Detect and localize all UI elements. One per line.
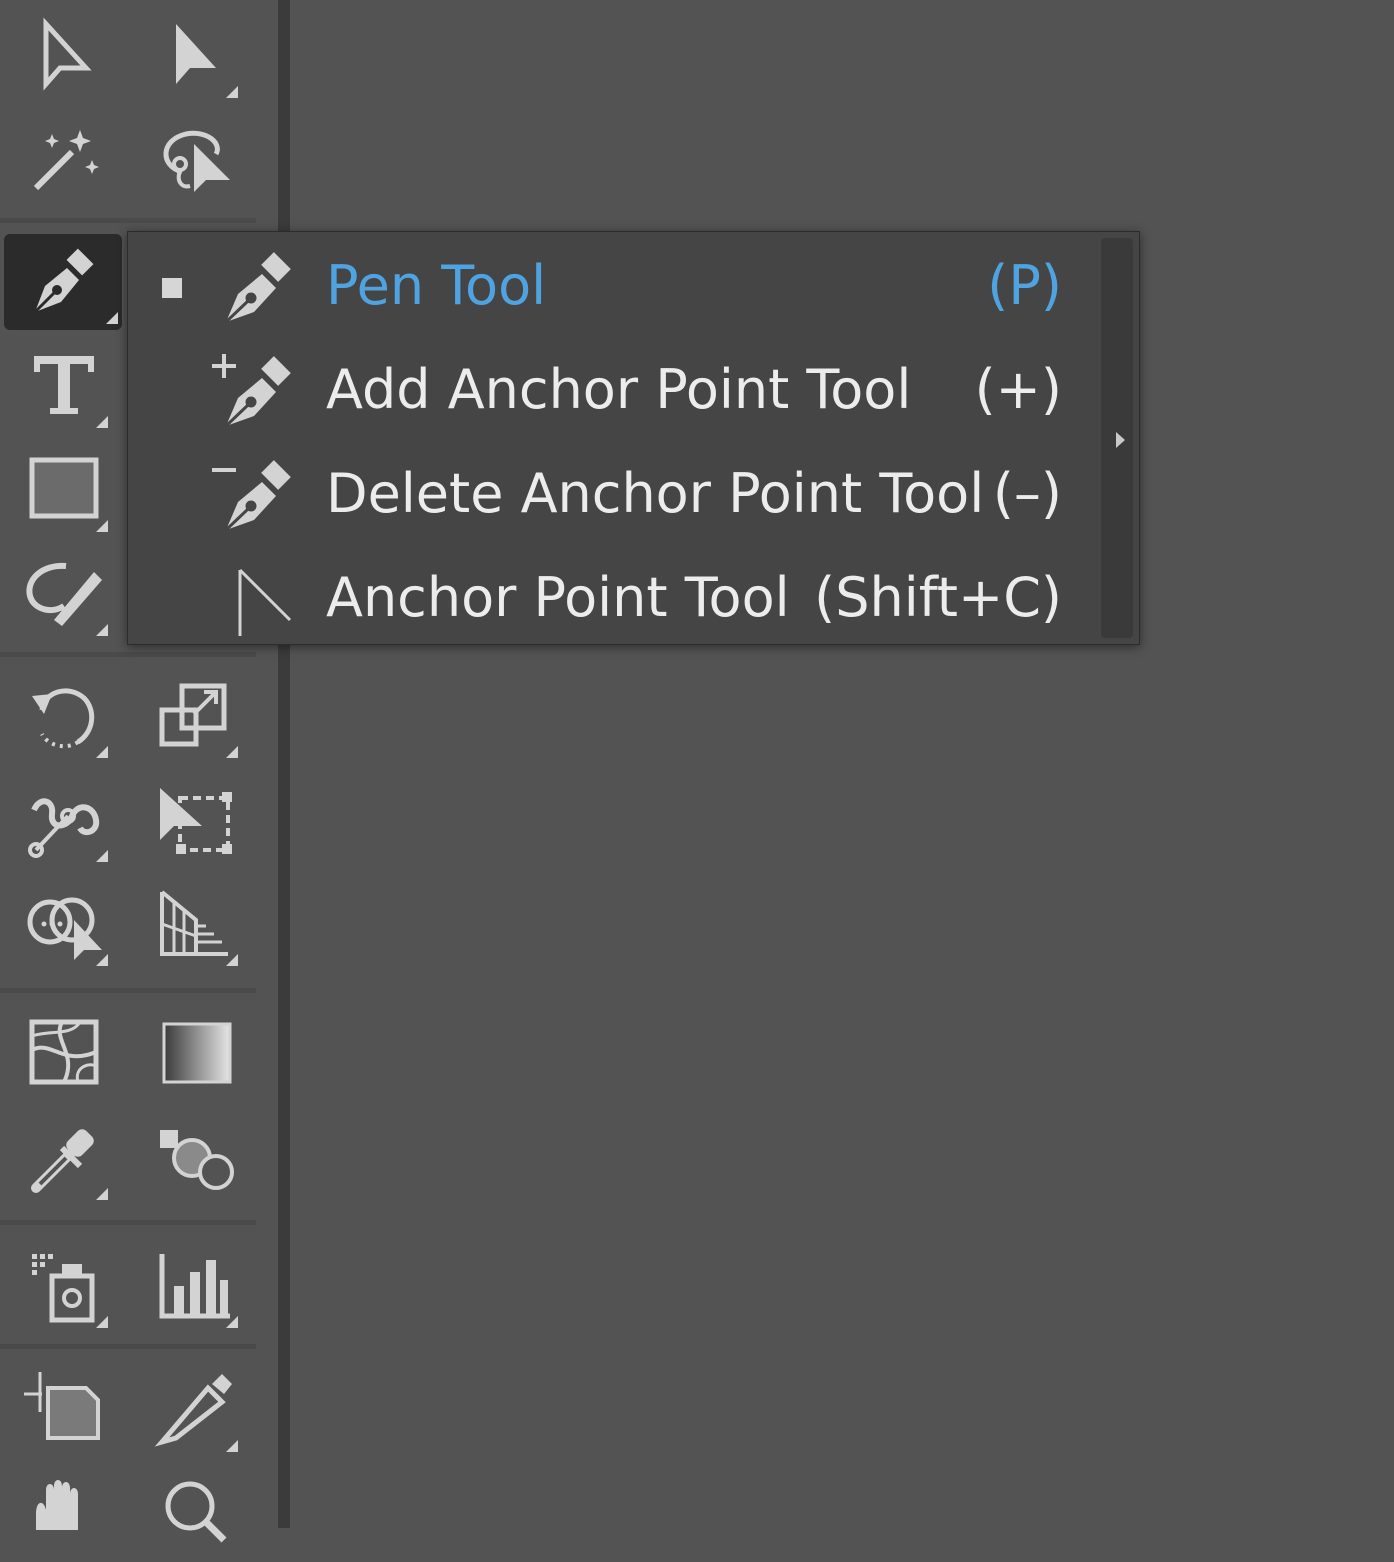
toolbar-separator: [0, 988, 256, 993]
shaper-tool[interactable]: [16, 546, 112, 642]
flyout-item-add-anchor-point-tool[interactable]: Add Anchor Point Tool (+): [128, 338, 1088, 442]
tearoff-arrow-icon[interactable]: [1116, 432, 1125, 448]
flyout-item-shortcut: (P): [987, 254, 1062, 317]
flyout-item-pen-tool[interactable]: Pen Tool (P): [128, 234, 1088, 338]
rectangle-tool[interactable]: [16, 442, 112, 538]
toolbar-separator: [0, 1344, 256, 1349]
artboard-icon: [22, 1366, 106, 1454]
toolbar-separator: [0, 218, 256, 223]
canvas-area[interactable]: [290, 0, 1394, 1528]
flyout-item-anchor-point-tool[interactable]: Anchor Point Tool (Shift+C): [128, 546, 1088, 650]
shaper-icon: [22, 550, 106, 638]
flyout-item-delete-anchor-point-tool[interactable]: Delete Anchor Point Tool (–): [128, 442, 1088, 546]
tool-group-indicator: [226, 1440, 238, 1452]
blend-tool[interactable]: [146, 1110, 242, 1206]
gradient-tool[interactable]: [146, 1006, 242, 1102]
selected-bullet-icon: [162, 278, 182, 298]
direct-selection-tool[interactable]: [146, 8, 242, 104]
eyedropper-icon: [22, 1114, 106, 1202]
mesh-icon: [22, 1010, 106, 1098]
tool-group-indicator: [96, 746, 108, 758]
tool-group-indicator: [96, 954, 108, 966]
symbol-sprayer-tool[interactable]: [16, 1238, 112, 1334]
symbol-sprayer-icon: [22, 1242, 106, 1330]
flyout-item-shortcut: (+): [974, 358, 1062, 421]
shape-builder-tool[interactable]: [16, 876, 112, 972]
anchor-point-icon: [210, 554, 306, 642]
scale-tool[interactable]: [146, 668, 242, 764]
hand-icon: [22, 1470, 106, 1558]
rectangle-icon: [22, 446, 106, 534]
mesh-tool[interactable]: [16, 1006, 112, 1102]
free-transform-icon: [152, 776, 236, 864]
pen-tool[interactable]: [4, 234, 122, 330]
pen-tool-flyout-menu: Pen Tool (P) Add Anchor Point Tool (+) D…: [127, 231, 1140, 645]
blend-icon: [152, 1114, 236, 1202]
selection-tool[interactable]: [16, 8, 112, 104]
type-tool[interactable]: [16, 338, 112, 434]
lasso-icon: [152, 116, 236, 204]
tool-group-indicator: [96, 624, 108, 636]
tool-group-indicator: [226, 1316, 238, 1328]
flyout-item-label: Add Anchor Point Tool: [326, 358, 912, 421]
tool-group-indicator: [96, 1316, 108, 1328]
toolbar-separator: [0, 1220, 256, 1225]
free-transform-tool[interactable]: [146, 772, 242, 868]
flyout-item-label: Pen Tool: [326, 254, 547, 317]
column-graph-icon: [152, 1242, 236, 1330]
toolbar-border: [278, 0, 290, 1528]
artboard-tool[interactable]: [16, 1362, 112, 1458]
tool-group-indicator: [106, 312, 118, 324]
puppet-warp-tool[interactable]: [16, 772, 112, 868]
lasso-tool[interactable]: [146, 112, 242, 208]
perspective-grid-tool[interactable]: [146, 876, 242, 972]
rotate-tool[interactable]: [16, 668, 112, 764]
flyout-item-shortcut: (Shift+C): [814, 566, 1062, 629]
hand-tool[interactable]: [16, 1466, 112, 1562]
add-anchor-point-icon: [210, 346, 306, 434]
tool-group-indicator: [96, 416, 108, 428]
perspective-grid-icon: [152, 880, 236, 968]
direct-selection-arrow-icon: [152, 12, 236, 100]
tool-group-indicator: [226, 746, 238, 758]
magic-wand-tool[interactable]: [16, 112, 112, 208]
gradient-icon: [152, 1010, 236, 1098]
delete-anchor-point-icon: [210, 450, 306, 538]
toolbar-separator: [0, 652, 256, 657]
pen-icon: [210, 242, 306, 330]
selection-arrow-icon: [22, 12, 106, 100]
slice-icon: [152, 1366, 236, 1454]
flyout-item-label: Delete Anchor Point Tool: [326, 462, 985, 525]
puppet-warp-icon: [22, 776, 106, 864]
tool-group-indicator: [226, 954, 238, 966]
tool-group-indicator: [226, 86, 238, 98]
type-icon: [22, 342, 106, 430]
magic-wand-icon: [22, 116, 106, 204]
flyout-item-shortcut: (–): [992, 462, 1062, 525]
column-graph-tool[interactable]: [146, 1238, 242, 1334]
pen-icon: [21, 238, 105, 326]
eyedropper-tool[interactable]: [16, 1110, 112, 1206]
scale-icon: [152, 672, 236, 760]
tools-panel: [0, 0, 278, 1543]
rotate-icon: [22, 672, 106, 760]
shape-builder-icon: [22, 880, 106, 968]
tool-group-indicator: [96, 1188, 108, 1200]
zoom-icon: [152, 1470, 236, 1558]
zoom-tool[interactable]: [146, 1466, 242, 1562]
tool-group-indicator: [96, 520, 108, 532]
flyout-item-label: Anchor Point Tool: [326, 566, 790, 629]
slice-tool[interactable]: [146, 1362, 242, 1458]
tool-group-indicator: [96, 850, 108, 862]
